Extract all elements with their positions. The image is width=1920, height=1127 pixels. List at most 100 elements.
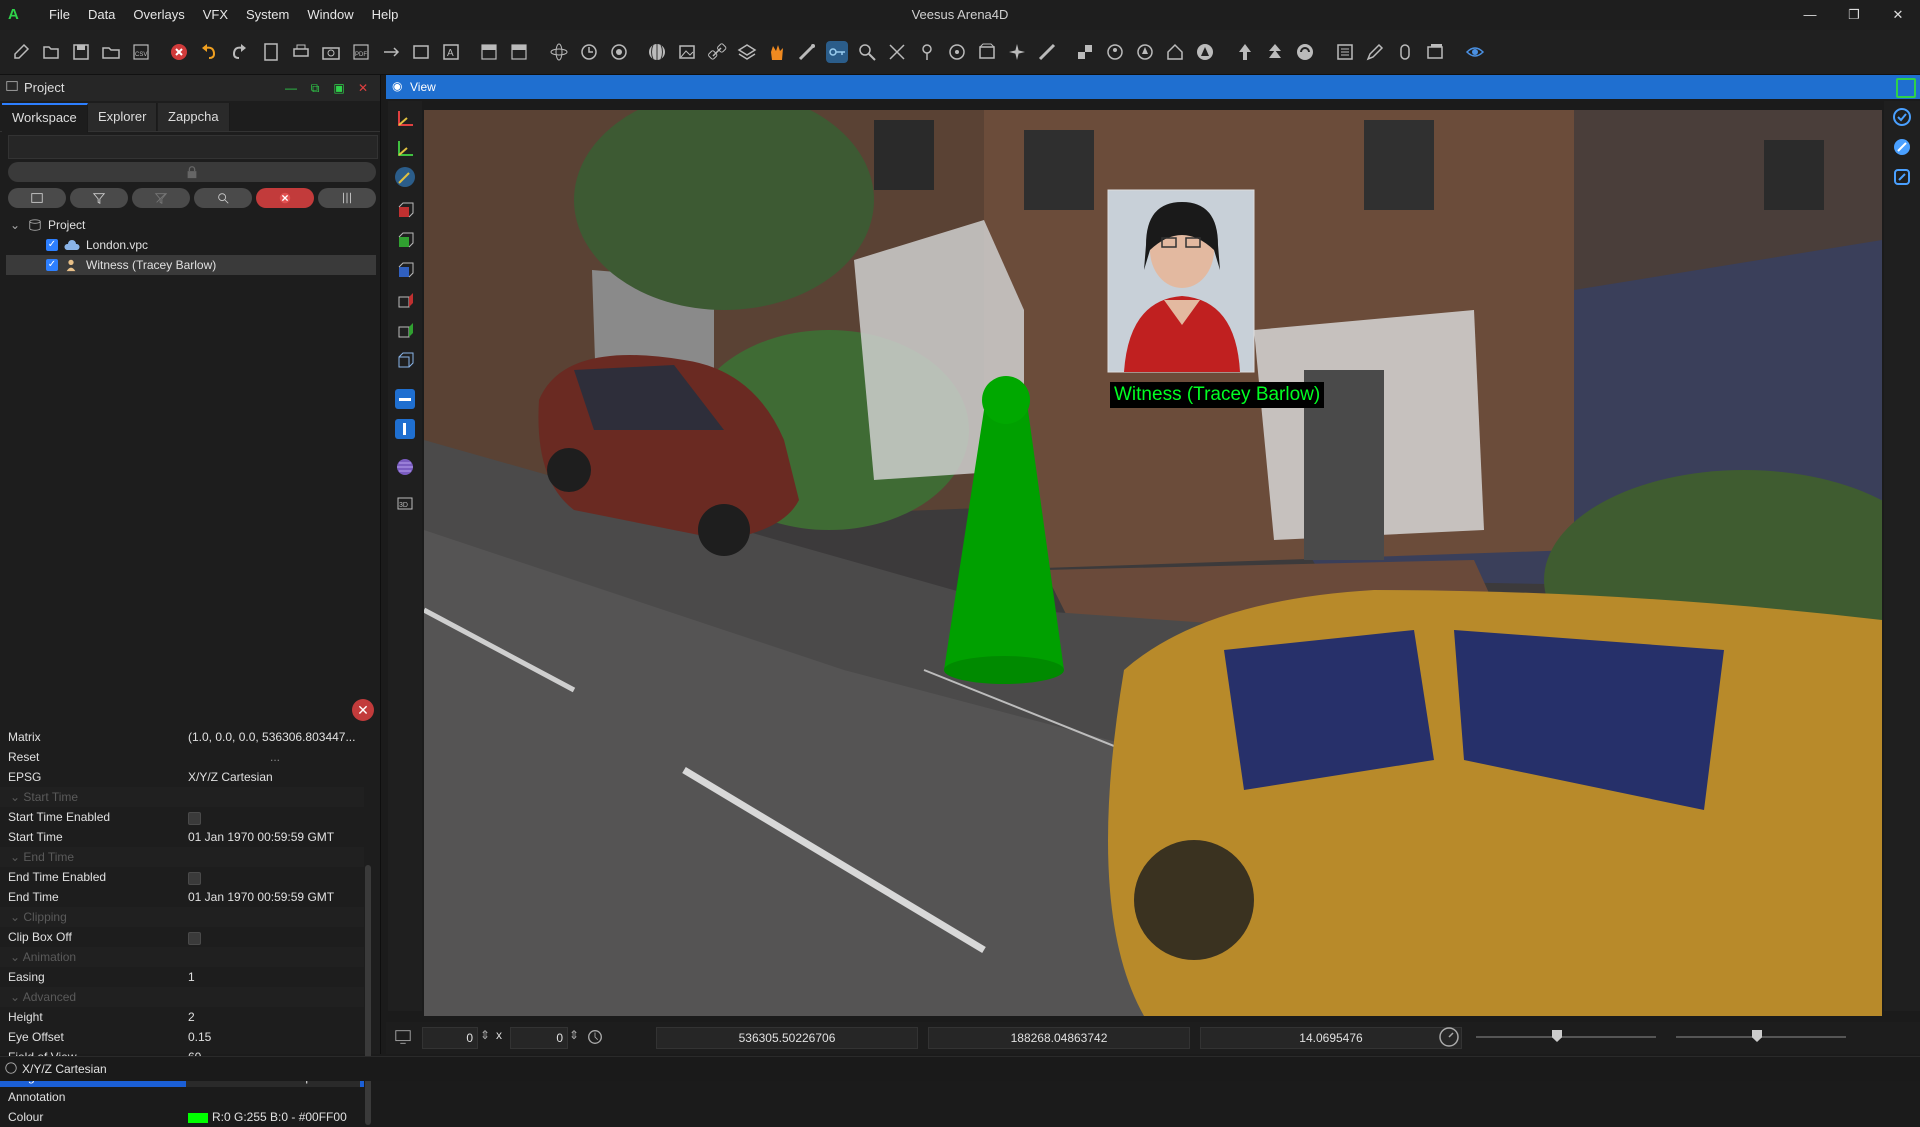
arrow-up-double-icon[interactable] bbox=[1264, 41, 1286, 63]
width-spinner-icon[interactable]: ⇕ bbox=[480, 1028, 490, 1042]
arrow-up-icon[interactable] bbox=[1234, 41, 1256, 63]
pdf-export-icon[interactable] bbox=[478, 41, 500, 63]
image-icon[interactable] bbox=[676, 41, 698, 63]
stop-icon[interactable] bbox=[168, 41, 190, 63]
clip-box-checkbox[interactable] bbox=[188, 932, 201, 945]
page-icon[interactable] bbox=[260, 41, 282, 63]
key-icon[interactable] bbox=[826, 41, 848, 63]
house-icon[interactable] bbox=[1164, 41, 1186, 63]
restore-button[interactable]: ❐ bbox=[1832, 0, 1876, 30]
section-end-time[interactable]: ⌄ End Time bbox=[0, 847, 364, 867]
end-time-checkbox[interactable] bbox=[188, 872, 201, 885]
eye-icon[interactable] bbox=[1464, 41, 1486, 63]
tree-item-london-vpc[interactable]: ✓ London.vpc bbox=[6, 235, 376, 255]
ppt-export-icon[interactable] bbox=[508, 41, 530, 63]
prop-end-time-enabled[interactable]: End Time Enabled bbox=[0, 867, 364, 887]
height-spinner-icon[interactable]: ⇕ bbox=[569, 1028, 579, 1042]
colour-swatch[interactable] bbox=[188, 1113, 208, 1123]
axis-red-icon[interactable] bbox=[395, 109, 415, 129]
mouse-icon[interactable] bbox=[1394, 41, 1416, 63]
menu-file[interactable]: File bbox=[40, 0, 79, 30]
layers-icon[interactable] bbox=[736, 41, 758, 63]
prop-start-time-enabled[interactable]: Start Time Enabled bbox=[0, 807, 364, 827]
prop-colour[interactable]: Colour R:0 G:255 B:0 - #00FF00 bbox=[0, 1107, 364, 1127]
witness-label[interactable]: Witness (Tracey Barlow) bbox=[1110, 382, 1325, 408]
menu-system[interactable]: System bbox=[237, 0, 298, 30]
lock-bar[interactable] bbox=[8, 162, 376, 182]
box-icon[interactable] bbox=[976, 41, 998, 63]
section-start-time[interactable]: ⌄ Start Time bbox=[0, 787, 364, 807]
view-maximize-icon[interactable] bbox=[1896, 78, 1916, 98]
horizontal-icon[interactable] bbox=[395, 389, 415, 409]
minimize-button[interactable]: — bbox=[1788, 0, 1832, 30]
hand-icon[interactable] bbox=[766, 41, 788, 63]
x-coordinate[interactable]: 536305.50226706 bbox=[656, 1027, 918, 1049]
panel-float-icon[interactable]: ⧉ bbox=[306, 79, 324, 97]
target-icon[interactable] bbox=[608, 41, 630, 63]
pin-icon[interactable] bbox=[916, 41, 938, 63]
cube-blue-icon[interactable] bbox=[395, 261, 415, 281]
funnel-filter-button[interactable] bbox=[70, 188, 128, 208]
panel-close-icon[interactable]: ✕ bbox=[354, 79, 372, 97]
list-icon[interactable] bbox=[1334, 41, 1356, 63]
folder-icon[interactable] bbox=[100, 41, 122, 63]
prop-easing[interactable]: Easing 1 bbox=[0, 967, 364, 987]
prop-reset[interactable]: Reset... bbox=[0, 747, 364, 767]
vertical-icon[interactable] bbox=[395, 419, 415, 439]
menu-vfx[interactable]: VFX bbox=[194, 0, 237, 30]
cube-green-icon[interactable] bbox=[395, 231, 415, 251]
panel-minimize-icon[interactable]: — bbox=[282, 79, 300, 97]
zoom-icon[interactable] bbox=[856, 41, 878, 63]
prop-matrix[interactable]: Matrix (1.0, 0.0, 0.0, 536306.803447... bbox=[0, 727, 364, 747]
new-icon[interactable] bbox=[10, 41, 32, 63]
view-3d-icon[interactable]: 3D bbox=[395, 493, 415, 513]
print-icon[interactable] bbox=[290, 41, 312, 63]
speed-icon[interactable] bbox=[1438, 1026, 1460, 1051]
save-icon[interactable] bbox=[70, 41, 92, 63]
fov-slider-handle[interactable] bbox=[1752, 1030, 1762, 1042]
blocks-icon[interactable] bbox=[1074, 41, 1096, 63]
height-input[interactable]: 0 bbox=[510, 1027, 568, 1049]
triangle-icon[interactable] bbox=[1194, 41, 1216, 63]
export-view-icon[interactable] bbox=[1892, 167, 1912, 187]
clock-icon[interactable] bbox=[578, 41, 600, 63]
link-icon[interactable] bbox=[706, 41, 728, 63]
camera-icon[interactable] bbox=[320, 41, 342, 63]
menu-overlays[interactable]: Overlays bbox=[124, 0, 193, 30]
tree-item-project[interactable]: ⌄ Project bbox=[6, 215, 376, 235]
tab-zappcha[interactable]: Zappcha bbox=[158, 103, 230, 131]
clear-filter-button[interactable] bbox=[132, 188, 190, 208]
prop-annotation[interactable]: Annotation bbox=[0, 1087, 364, 1107]
import-icon[interactable] bbox=[410, 41, 432, 63]
person-icon[interactable] bbox=[1104, 41, 1126, 63]
width-input[interactable]: 0 bbox=[422, 1027, 478, 1049]
pdf-icon[interactable]: PDF bbox=[350, 41, 372, 63]
visibility-checkbox[interactable]: ✓ bbox=[46, 239, 58, 251]
axis-green-icon[interactable] bbox=[395, 139, 415, 159]
chevron-down-icon[interactable]: ⌄ bbox=[10, 215, 20, 235]
zoom-filter-button[interactable] bbox=[194, 188, 252, 208]
reset-size-icon[interactable] bbox=[586, 1028, 604, 1049]
atom-icon[interactable] bbox=[548, 41, 570, 63]
y-coordinate[interactable]: 188268.04863742 bbox=[928, 1027, 1190, 1049]
cube-red-icon[interactable] bbox=[395, 201, 415, 221]
prop-clip-box-off[interactable]: Clip Box Off bbox=[0, 927, 364, 947]
section-clipping[interactable]: ⌄ Clipping bbox=[0, 907, 364, 927]
settings-filter-button[interactable] bbox=[318, 188, 376, 208]
section-advanced[interactable]: ⌄ Advanced bbox=[0, 987, 364, 1007]
prop-epsg[interactable]: EPSG X/Y/Z Cartesian bbox=[0, 767, 364, 787]
undo-icon[interactable] bbox=[198, 41, 220, 63]
z-coordinate[interactable]: 14.0695476 bbox=[1200, 1027, 1462, 1049]
prop-height[interactable]: Height 2 bbox=[0, 1007, 364, 1027]
menu-data[interactable]: Data bbox=[79, 0, 124, 30]
prop-eye-offset[interactable]: Eye Offset 0.15 bbox=[0, 1027, 364, 1047]
globe-icon[interactable] bbox=[395, 457, 415, 477]
speed-slider-handle[interactable] bbox=[1552, 1030, 1562, 1042]
text-icon[interactable]: A bbox=[440, 41, 462, 63]
compass-icon[interactable] bbox=[1006, 41, 1028, 63]
search-input[interactable] bbox=[8, 135, 378, 159]
cut-icon[interactable] bbox=[886, 41, 908, 63]
remove-button[interactable] bbox=[256, 188, 314, 208]
cube-side-green-icon[interactable] bbox=[395, 321, 415, 341]
witness-photo[interactable] bbox=[1107, 189, 1255, 373]
